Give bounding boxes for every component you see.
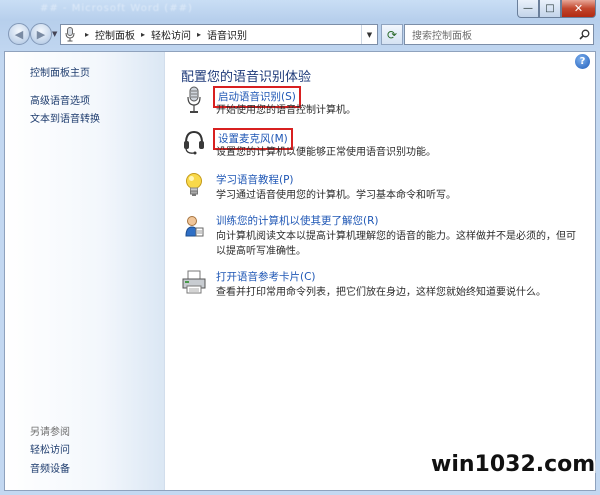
search-box[interactable]: 搜索控制面板 [404,24,594,45]
forward-button[interactable]: ▶ [30,23,52,45]
navigation-bar: ◀ ▶ ▼ ▸ 控制面板 ▸ 轻松访问 ▸ 语音识别 ▼ ⟳ 搜索控制面板 [0,22,600,48]
breadcrumb-separator[interactable]: ▸ [197,30,201,39]
recent-pages-dropdown[interactable]: ▼ [52,30,57,38]
sidebar-link-ease-of-access[interactable]: 轻松访问 [30,441,70,456]
sidebar: 控制面板主页 高级语音选项 文本到语音转换 另请参阅 轻松访问 音频设备 [5,52,165,490]
item-description: 设置您的计算机以便能够正常使用语音识别功能。 [216,147,436,158]
content-area: 控制面板主页 高级语音选项 文本到语音转换 另请参阅 轻松访问 音频设备 配置您… [4,51,596,491]
back-button[interactable]: ◀ [8,23,30,45]
breadcrumb-speech-recognition[interactable]: 语音识别 [207,27,247,42]
help-icon[interactable]: ? [575,54,590,69]
item-description: 开始使用您的语音控制计算机。 [216,105,356,116]
watermark-logo: win1032.com [431,452,595,486]
item-description: 学习通过语音使用您的计算机。学习基本命令和听写。 [216,190,456,201]
title-bar[interactable]: ## - Microsoft Word (##) — □ ✕ [0,0,600,20]
item-description: 向计算机阅读文本以提高计算机理解您的语音的能力。这样做并不是必须的，但可以提高听… [216,231,576,257]
search-input[interactable]: 搜索控制面板 [405,27,575,42]
breadcrumb-ease-of-access[interactable]: 轻松访问 [151,27,191,42]
sidebar-link-text-to-speech[interactable]: 文本到语音转换 [30,110,100,125]
page-title: 配置您的语音识别体验 [181,70,312,85]
lightbulb-icon [181,171,207,199]
see-also-heading: 另请参阅 [30,427,70,438]
user-training-icon [181,212,207,240]
window-frame: ## - Microsoft Word (##) — □ ✕ ◀ ▶ ▼ ▸ 控… [0,0,600,495]
sidebar-link-control-panel-home[interactable]: 控制面板主页 [30,64,90,79]
item-description: 查看并打印常用命令列表，把它们放在身边，这样您就始终知道要说什么。 [216,287,546,298]
address-dropdown-button[interactable]: ▼ [361,25,377,44]
headset-icon [181,128,207,156]
watermark-text: win1032.com [431,452,596,477]
sidebar-link-audio-devices[interactable]: 音频设备 [30,460,70,475]
sidebar-link-advanced-speech-options[interactable]: 高级语音选项 [30,92,90,107]
printer-icon [181,268,207,296]
refresh-button[interactable]: ⟳ [381,24,403,45]
maximize-button[interactable]: □ [539,0,561,18]
breadcrumb-control-panel[interactable]: 控制面板 [95,27,135,42]
microphone-icon [61,25,79,44]
search-icon[interactable] [575,29,593,40]
breadcrumb-separator[interactable]: ▸ [141,30,145,39]
close-button[interactable]: ✕ [561,0,596,18]
address-bar[interactable]: ▸ 控制面板 ▸ 轻松访问 ▸ 语音识别 ▼ [60,24,378,45]
speech-reference-card-link[interactable]: 打开语音参考卡片(C) [213,268,319,285]
microphone-icon [181,86,207,114]
main-panel: 配置您的语音识别体验 ? 启动语音识别(S) 开始使用您的语音控制计算机。 设置… [165,52,595,490]
speech-tutorial-link[interactable]: 学习语音教程(P) [213,171,297,188]
breadcrumb-separator: ▸ [85,30,90,39]
minimize-button[interactable]: — [517,0,539,18]
train-computer-link[interactable]: 训练您的计算机以使其更了解您(R) [213,212,382,229]
window-title: ## - Microsoft Word (##) [40,3,193,14]
